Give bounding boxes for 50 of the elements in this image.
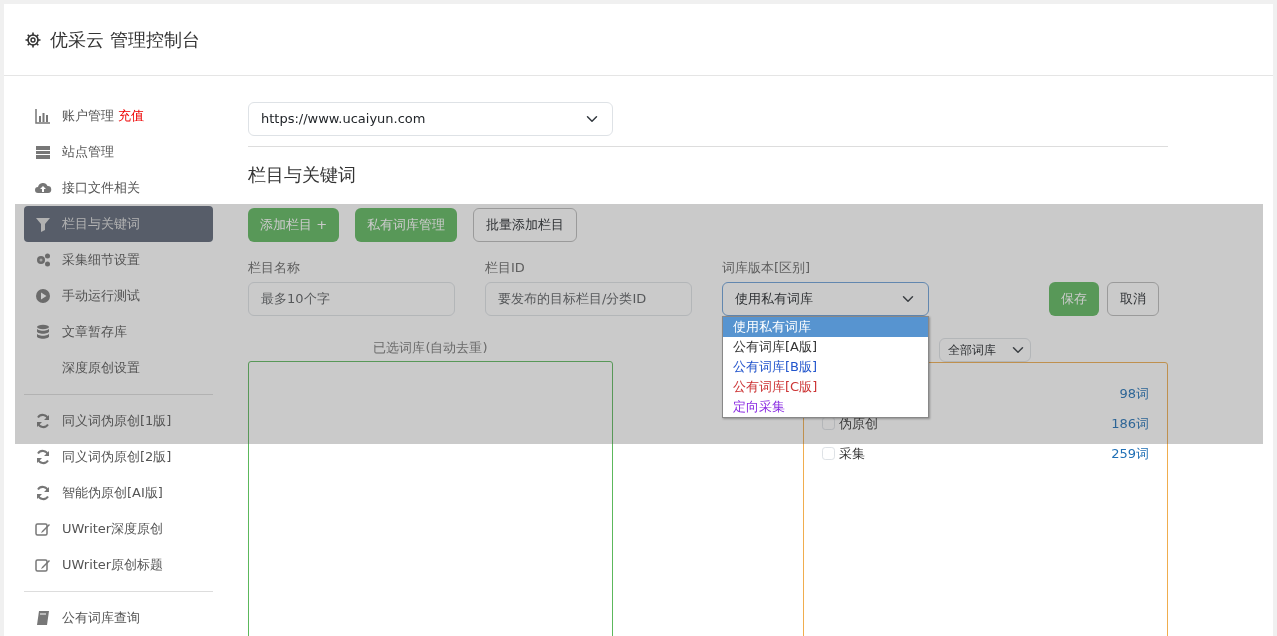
gears-icon: [34, 251, 52, 269]
section-title: 栏目与关键词: [248, 163, 357, 187]
refresh-icon: [34, 412, 52, 430]
word-count: 98词: [1119, 384, 1149, 403]
field-label: 栏目ID: [485, 259, 526, 277]
dropdown-option[interactable]: 公有词库[C版]: [723, 376, 928, 397]
library-name: 采集: [839, 444, 865, 463]
field-label: 词库版本[区别]: [722, 259, 812, 277]
filter-icon: [34, 215, 52, 233]
sidebar-item[interactable]: 站点管理: [24, 134, 213, 170]
play-icon: [34, 287, 52, 305]
dropdown-option[interactable]: 公有词库[B版]: [723, 356, 928, 377]
sidebar-item[interactable]: 智能伪原创[AI版]: [24, 475, 213, 511]
refresh-icon: [34, 448, 52, 466]
cancel-button[interactable]: 取消: [1107, 281, 1159, 316]
sidebar-item[interactable]: 接口文件相关: [24, 170, 213, 206]
sidebar-item[interactable]: 文章暂存库: [24, 314, 213, 350]
sidebar-item[interactable]: UWriter原创标题: [24, 547, 213, 583]
field-label: 栏目名称: [248, 259, 301, 277]
edit-icon: [34, 520, 52, 538]
text-field[interactable]: 最多10个字: [248, 281, 455, 316]
text-field[interactable]: 要发布的目标栏目/分类ID: [485, 281, 692, 316]
sidebar-item[interactable]: 深度原创设置: [24, 350, 213, 386]
library-name: 伪原创: [839, 414, 878, 433]
edit-icon: [34, 556, 52, 574]
word-count: 186词: [1111, 414, 1149, 433]
site-select[interactable]: https://www.ucaiyun.com: [248, 102, 613, 136]
console-title: 优采云 管理控制台: [50, 28, 200, 52]
library-filter-select[interactable]: 全部词库: [939, 337, 1031, 362]
bar-chart-icon: [34, 107, 52, 125]
book-icon: [34, 609, 52, 627]
sidebar-item[interactable]: 账户管理 充值: [24, 98, 213, 134]
word-count: 259词: [1111, 444, 1149, 463]
database-icon: [34, 323, 52, 341]
sidebar-item[interactable]: UWriter深度原创: [24, 511, 213, 547]
toolbar-button[interactable]: 批量添加栏目: [473, 208, 578, 242]
dropdown-option[interactable]: 公有词库[A版]: [723, 336, 928, 357]
dropdown-option[interactable]: 定向采集: [723, 396, 928, 417]
sidebar-item[interactable]: 手动运行测试: [24, 278, 213, 314]
sidebar-item[interactable]: 公有词库查询: [24, 600, 213, 636]
sidebar-item[interactable]: 采集细节设置: [24, 242, 213, 278]
library-select[interactable]: 使用私有词库: [722, 281, 929, 316]
server-icon: [34, 143, 52, 161]
checkbox[interactable]: [822, 447, 835, 460]
recharge-link[interactable]: 充值: [118, 106, 144, 126]
sidebar-item[interactable]: 同义词伪原创[2版]: [24, 439, 213, 475]
settings-icon: [24, 30, 42, 49]
sidebar-item[interactable]: 同义词伪原创[1版]: [24, 403, 213, 439]
panel-title: 已选词库(自动去重): [372, 338, 489, 357]
refresh-icon: [34, 484, 52, 502]
